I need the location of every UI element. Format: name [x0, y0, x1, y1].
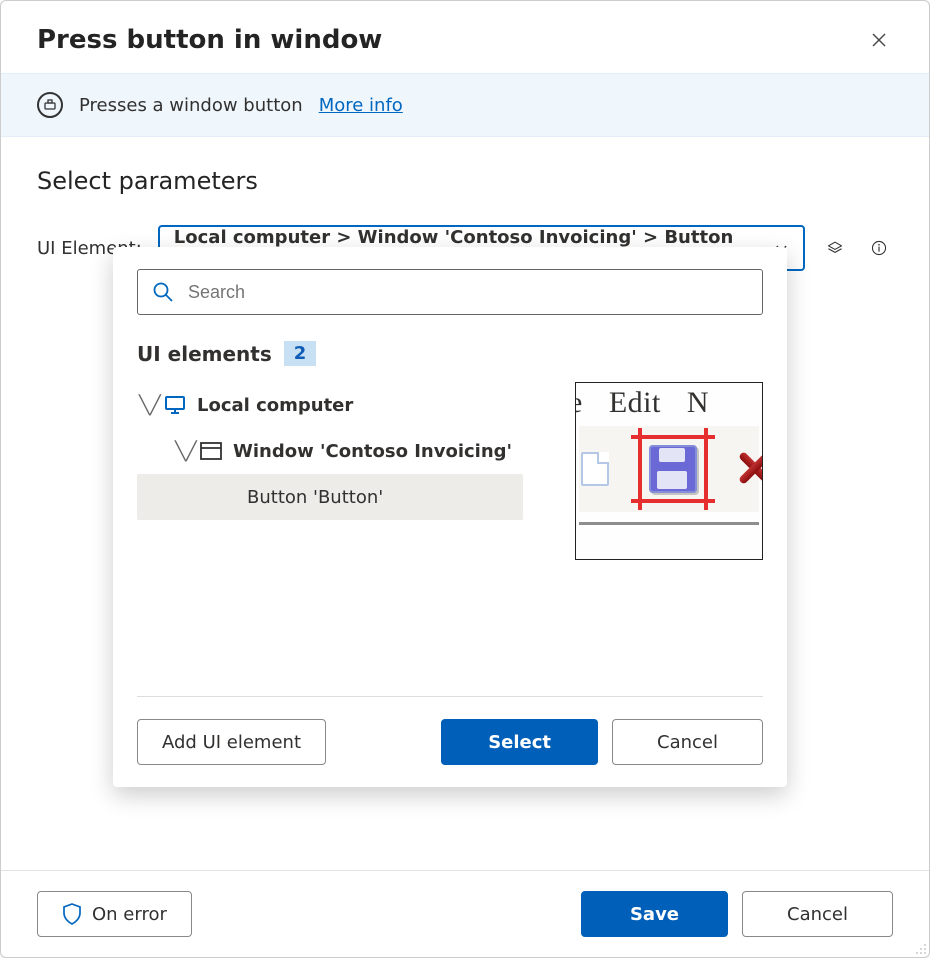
preview-text-fragment: e — [575, 386, 583, 420]
dialog-content: Select parameters UI Element: Local comp… — [1, 137, 929, 870]
resize-grip-icon[interactable] — [913, 941, 927, 955]
popup-cancel-button[interactable]: Cancel — [612, 719, 763, 765]
tree-label: Button 'Button' — [247, 487, 383, 508]
save-button[interactable]: Save — [581, 891, 728, 937]
action-info-icon — [37, 92, 63, 118]
tree-node-button[interactable]: Button 'Button' — [137, 474, 523, 520]
close-icon — [871, 32, 887, 48]
monitor-icon — [163, 393, 187, 417]
save-icon — [649, 445, 697, 493]
more-info-link[interactable]: More info — [319, 95, 403, 116]
window-icon — [199, 441, 223, 461]
select-button[interactable]: Select — [441, 719, 598, 765]
layers-icon — [827, 237, 843, 259]
delete-icon — [735, 448, 763, 488]
preview-toolbar — [579, 426, 759, 512]
preview-text-edit: Edit — [609, 386, 661, 420]
preview-text-fragment: N — [687, 386, 709, 420]
ui-element-picker-popup: UI elements 2 ╲╱ Local computer ╲╱ Windo… — [113, 247, 787, 787]
search-input[interactable] — [186, 281, 748, 304]
tree-area: ╲╱ Local computer ╲╱ Window 'Contoso Inv… — [137, 382, 763, 696]
element-preview-thumbnail: e Edit N — [575, 382, 763, 560]
dialog-footer: On error Save Cancel — [1, 870, 929, 957]
popup-footer: Add UI element Select Cancel — [137, 696, 763, 765]
dialog-title: Press button in window — [37, 25, 382, 55]
info-banner: Presses a window button More info — [1, 73, 929, 137]
element-count-badge: 2 — [284, 341, 317, 366]
search-box[interactable] — [137, 269, 763, 315]
tree-label: Window 'Contoso Invoicing' — [233, 441, 512, 462]
tree-label: Local computer — [197, 395, 353, 416]
preview-highlight-target — [629, 426, 717, 512]
add-ui-element-button[interactable]: Add UI element — [137, 719, 326, 765]
file-icon — [581, 452, 609, 486]
info-button[interactable] — [865, 234, 893, 262]
popup-subtitle: UI elements — [137, 342, 272, 366]
layers-button[interactable] — [821, 234, 849, 262]
info-icon — [871, 237, 887, 259]
section-title: Select parameters — [37, 167, 893, 195]
banner-text: Presses a window button — [79, 95, 303, 116]
chevron-down-icon[interactable]: ╲╱ — [175, 441, 189, 462]
on-error-label: On error — [92, 904, 167, 925]
search-icon — [152, 281, 174, 303]
action-dialog: Press button in window Presses a window … — [0, 0, 930, 958]
preview-menu: e Edit N — [579, 386, 759, 420]
close-button[interactable] — [865, 26, 893, 54]
cancel-button[interactable]: Cancel — [742, 891, 893, 937]
chevron-down-icon[interactable]: ╲╱ — [139, 395, 153, 416]
on-error-button[interactable]: On error — [37, 891, 192, 937]
shield-icon — [62, 903, 82, 925]
dialog-header: Press button in window — [1, 1, 929, 73]
popup-subtitle-row: UI elements 2 — [137, 341, 763, 366]
